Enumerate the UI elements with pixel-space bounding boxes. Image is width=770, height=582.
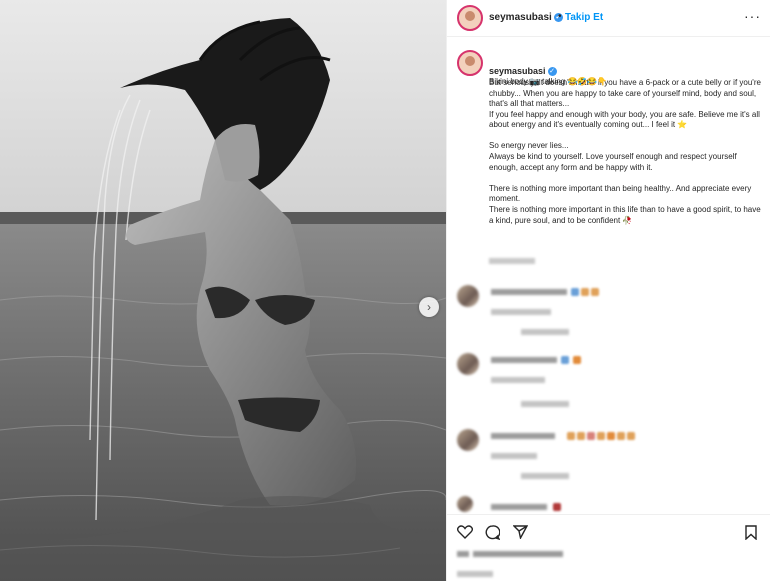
comment-avatar[interactable] <box>457 429 479 451</box>
post-sidebar: seymasubasi ✓ • Takip Et ··· seymasubasi ✓… <box>446 0 770 581</box>
emoji <box>597 432 605 440</box>
emoji <box>591 288 599 296</box>
comment-item <box>457 353 757 413</box>
post-date <box>457 571 493 577</box>
username-link[interactable]: seymasubasi <box>489 12 552 23</box>
more-horizontal-icon[interactable]: ··· <box>744 8 761 24</box>
comment-item <box>457 285 757 345</box>
action-bar <box>447 514 770 582</box>
view-replies-link[interactable] <box>521 473 569 479</box>
emoji <box>581 288 589 296</box>
caption-username[interactable]: seymasubasi <box>489 66 546 76</box>
post-caption: seymasubasi ✓ Bikini body 📷 talking 😂🤣😂👇 … <box>489 66 765 237</box>
comment-text <box>491 433 555 439</box>
emoji <box>607 432 615 440</box>
caption-paragraph-3: There is nothing more important than bei… <box>489 183 761 225</box>
caption-paragraph-2: So energy never lies... Always be kind t… <box>489 141 737 172</box>
post-timestamp <box>489 258 535 264</box>
caption-line-1: Bikini body 📷 talking 😂🤣😂👇 <box>489 77 608 87</box>
emoji <box>573 356 581 364</box>
bookmark-icon[interactable] <box>745 525 757 540</box>
emoji <box>567 432 575 440</box>
chevron-right-icon: › <box>427 300 431 314</box>
emoji <box>561 356 569 364</box>
follow-button[interactable]: Takip Et <box>565 12 603 23</box>
emoji <box>571 288 579 296</box>
emoji <box>617 432 625 440</box>
avatar[interactable] <box>457 5 483 31</box>
emoji <box>587 432 595 440</box>
comment-item <box>457 429 757 489</box>
comment-meta <box>491 453 537 459</box>
comment-text <box>491 357 557 363</box>
view-replies-link[interactable] <box>521 401 569 407</box>
comment-meta <box>491 377 545 383</box>
emoji <box>577 432 585 440</box>
comment-avatar[interactable] <box>457 285 479 307</box>
emoji <box>627 432 635 440</box>
post-header: seymasubasi ✓ • Takip Et ··· <box>447 0 770 37</box>
view-replies-link[interactable] <box>521 329 569 335</box>
likes-avatar <box>457 551 469 557</box>
comment-item <box>457 496 757 512</box>
separator-dot: • <box>558 11 562 22</box>
likes-count[interactable] <box>473 551 563 557</box>
verified-icon: ✓ <box>547 66 557 76</box>
heart-icon[interactable] <box>457 525 473 539</box>
comment-meta <box>491 309 551 315</box>
comment-avatar[interactable] <box>457 353 479 375</box>
comment-text <box>491 289 567 295</box>
comment-text <box>491 504 547 510</box>
next-photo-button[interactable]: › <box>419 297 439 317</box>
caption-avatar[interactable] <box>457 50 483 76</box>
comment-icon[interactable] <box>485 525 500 540</box>
post-photo <box>0 0 446 581</box>
beach-photo-image <box>0 0 446 581</box>
share-icon[interactable] <box>513 525 528 539</box>
comment-avatar[interactable] <box>457 496 473 512</box>
emoji <box>553 503 561 511</box>
